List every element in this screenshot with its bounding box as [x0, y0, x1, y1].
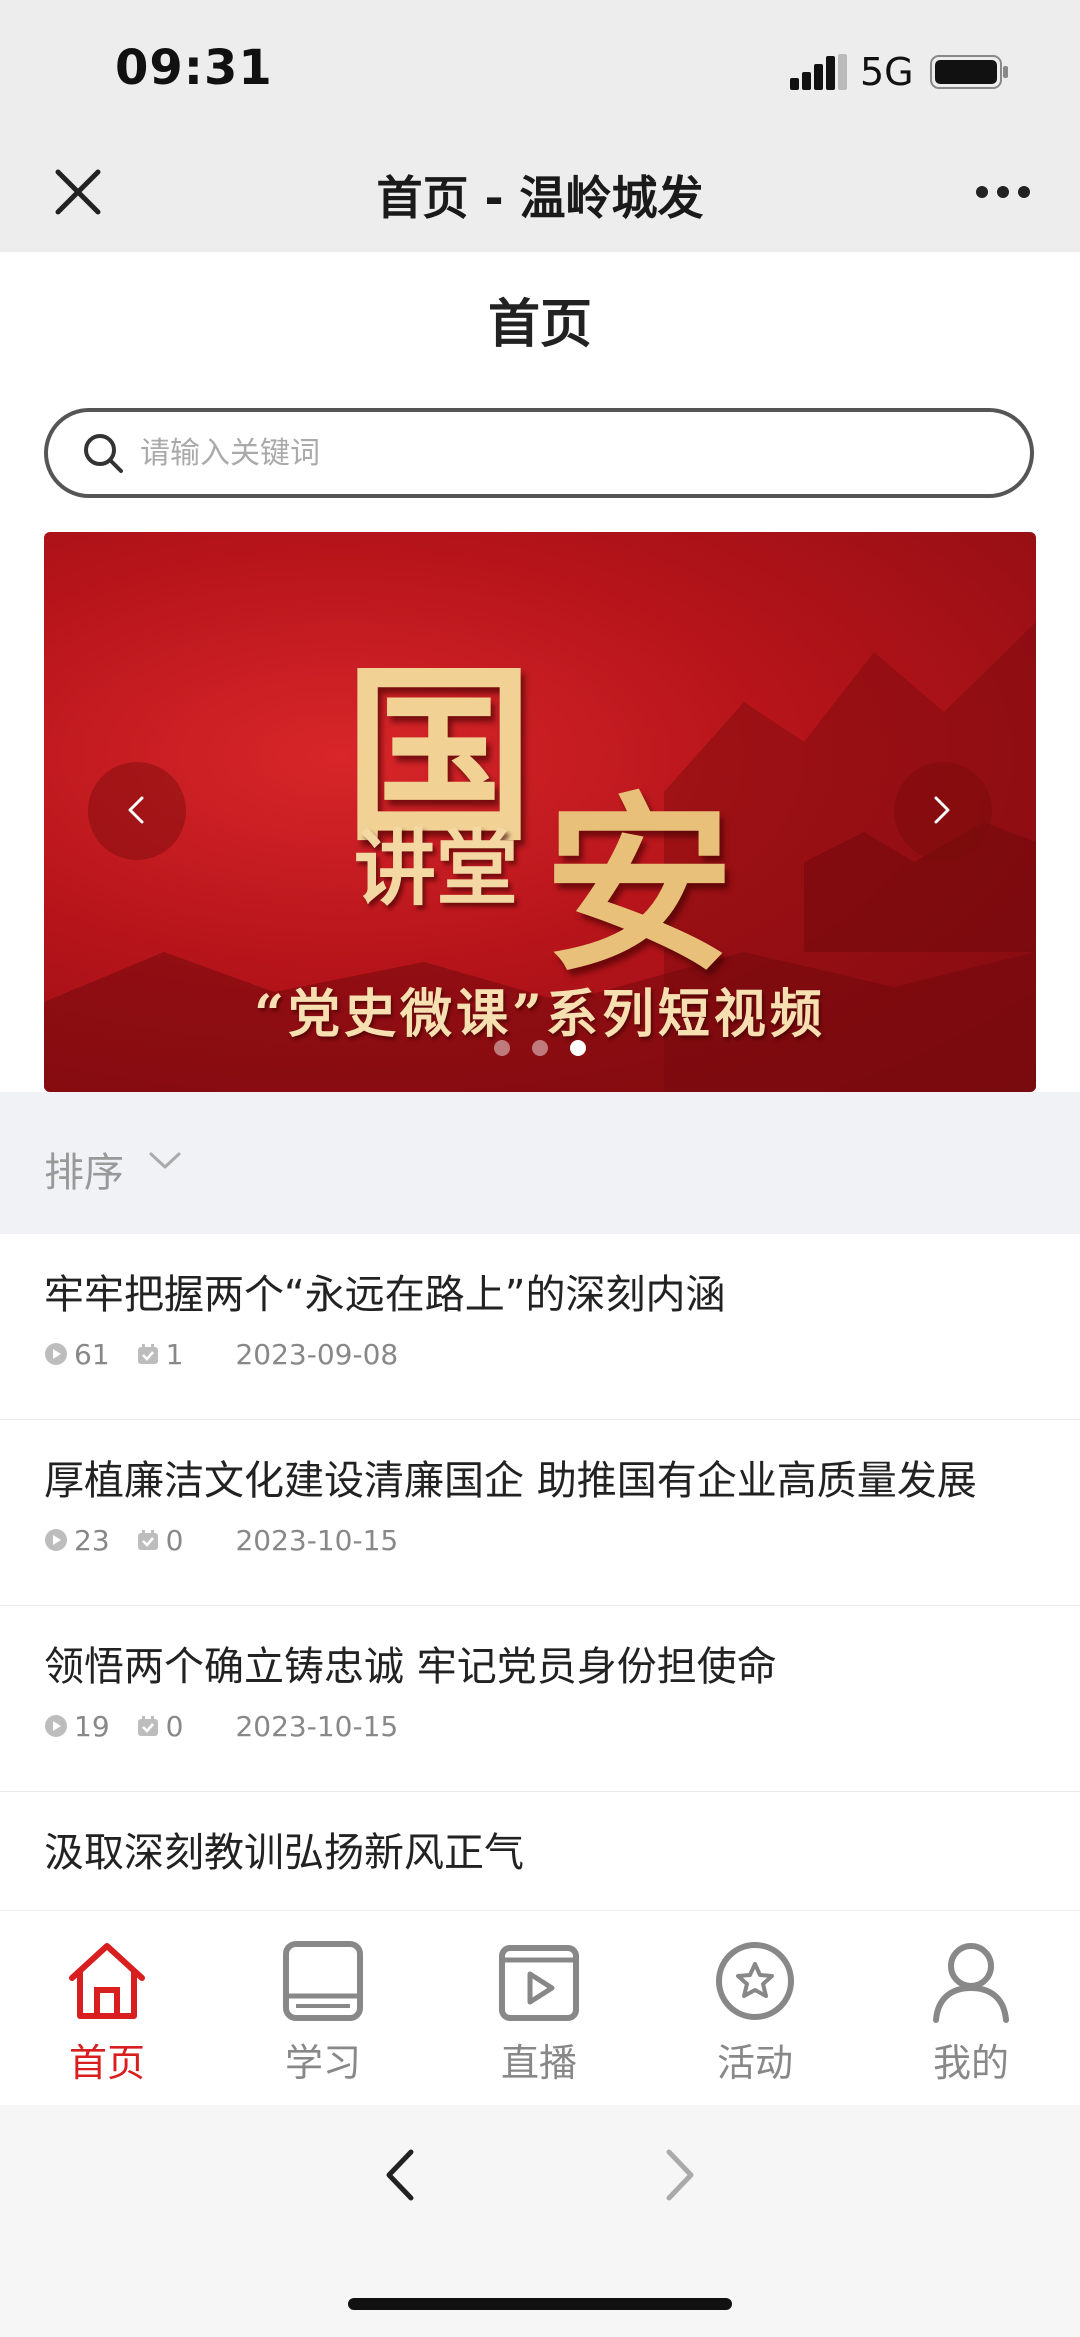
like-count-icon: [137, 1530, 158, 1550]
banner-prev-button[interactable]: [88, 762, 186, 860]
status-time: 09:31: [115, 40, 273, 96]
more-icon[interactable]: [975, 184, 1031, 203]
banner-subtitle: 讲堂: [354, 821, 519, 917]
item-date: 2023-10-15: [235, 1523, 399, 1557]
home-indicator: [348, 2298, 732, 2310]
view-count: 61: [74, 1337, 110, 1371]
tab-label: 活动: [716, 2041, 793, 2085]
banner-next-button[interactable]: [894, 762, 992, 860]
item-meta: 23 0 2023-10-15: [44, 1522, 398, 1557]
tab-home[interactable]: 首页: [32, 1938, 182, 2087]
list-item[interactable]: 牢牢把握两个“永远在路上”的深刻内涵 61 1 2023-09-08: [0, 1234, 1080, 1421]
signal-icon: [790, 54, 848, 94]
item-date: 2023-09-08: [235, 1337, 399, 1371]
battery-icon: [930, 54, 1010, 94]
star-badge-icon: [716, 1942, 794, 2020]
item-date: 2023-10-15: [235, 1709, 399, 1743]
search-input[interactable]: [138, 420, 1002, 486]
item-title: 牢牢把握两个“永远在路上”的深刻内涵: [44, 1272, 726, 1318]
item-title: 汲取深刻教训弘扬新风正气: [44, 1830, 524, 1876]
list-item[interactable]: 厚植廉洁文化建设清廉国企 助推国有企业高质量发展 23 0 2023-10-15: [0, 1420, 1080, 1607]
play-count-icon: [45, 1715, 67, 1737]
tab-label: 学习: [284, 2041, 361, 2085]
item-meta: 61 1 2023-09-08: [44, 1336, 398, 1371]
banner-carousel[interactable]: 国 安 讲堂 “党史微课”系列短视频: [44, 532, 1036, 1092]
sort-label[interactable]: 排序: [44, 1140, 124, 1198]
tab-mine[interactable]: 我的: [896, 1938, 1046, 2087]
like-count-icon: [137, 1716, 158, 1736]
tab-label: 直播: [500, 2041, 577, 2085]
book-icon: [283, 1941, 363, 2021]
list-item[interactable]: 领悟两个确立铸忠诚 牢记党员身份担使命 19 0 2023-10-15: [0, 1606, 1080, 1793]
like-count: 0: [165, 1709, 184, 1743]
tab-study[interactable]: 学习: [248, 1938, 398, 2087]
user-icon: [933, 1943, 1009, 2023]
play-count-icon: [45, 1343, 67, 1365]
home-icon: [69, 1943, 145, 2019]
banner-title-char-2: 安: [544, 774, 735, 997]
tab-label: 首页: [68, 2041, 145, 2085]
like-count: 0: [165, 1523, 184, 1557]
live-icon: [499, 1945, 579, 2021]
item-meta: 19 0 2023-10-15: [44, 1708, 398, 1743]
play-count-icon: [45, 1529, 67, 1551]
tab-label: 我的: [932, 2041, 1009, 2085]
search-icon: [82, 432, 124, 478]
item-title: 领悟两个确立铸忠诚 牢记党员身份担使命: [44, 1644, 777, 1690]
tab-live[interactable]: 直播: [464, 1938, 614, 2087]
chevron-left-icon: [128, 796, 144, 824]
list-item[interactable]: 汲取深刻教训弘扬新风正气: [0, 1792, 1080, 1910]
item-title: 厚植廉洁文化建设清廉国企 助推国有企业高质量发展: [44, 1458, 977, 1504]
view-count: 19: [74, 1709, 110, 1743]
page-title: 首页: [487, 295, 592, 355]
carousel-dot[interactable]: [494, 1040, 510, 1056]
tab-activity[interactable]: 活动: [680, 1938, 830, 2087]
network-label: 5G: [860, 50, 914, 94]
chevron-right-icon: [934, 796, 950, 824]
banner-caption: “党史微课”系列短视频: [254, 984, 826, 1045]
forward-arrow-icon[interactable]: [665, 2148, 695, 2206]
like-count-icon: [137, 1344, 158, 1364]
back-arrow-icon[interactable]: [385, 2148, 415, 2206]
chevron-down-icon[interactable]: [148, 1150, 182, 1176]
carousel-dot[interactable]: [532, 1040, 548, 1056]
like-count: 1: [165, 1337, 184, 1371]
carousel-dot-active[interactable]: [570, 1040, 586, 1056]
view-count: 23: [74, 1523, 110, 1557]
nav-title: 首页 - 温岭城发: [376, 171, 704, 225]
